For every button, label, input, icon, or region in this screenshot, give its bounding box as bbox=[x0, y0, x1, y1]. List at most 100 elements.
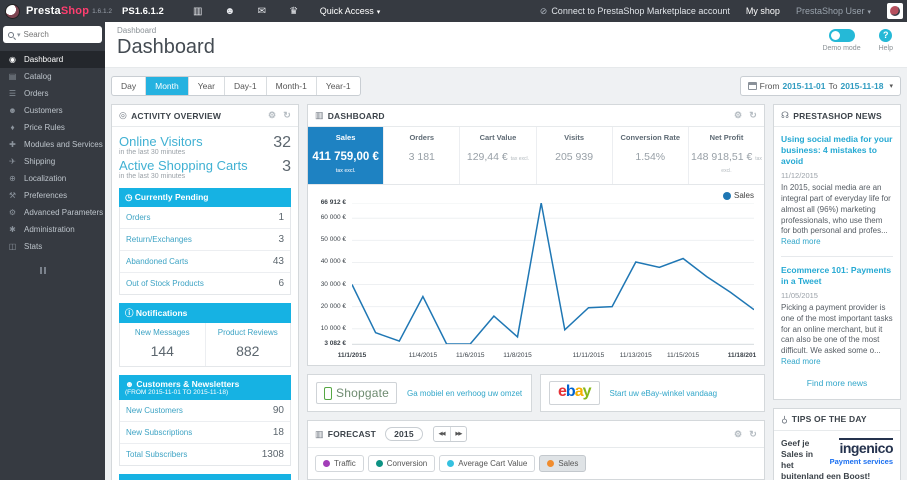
news-title-link[interactable]: Ecommerce 101: Payments in a Tweet bbox=[781, 265, 893, 287]
row-link[interactable]: Total Subscribers bbox=[126, 450, 187, 459]
kpi-suffix: tax excl. bbox=[335, 168, 356, 174]
quick-access-menu[interactable]: Quick Access ▾ bbox=[320, 6, 381, 16]
row-link[interactable]: New Customers bbox=[126, 406, 183, 415]
forecast-year: 2015 bbox=[385, 427, 423, 441]
gear-icon[interactable]: ⚙ bbox=[734, 110, 742, 121]
row-link[interactable]: New Subscriptions bbox=[126, 428, 192, 437]
preferences-icon: ⚒ bbox=[8, 191, 17, 200]
sidebar-item-label: Catalog bbox=[24, 72, 52, 81]
tab-day-1[interactable]: Day-1 bbox=[225, 77, 267, 95]
kpi-cart-value[interactable]: Cart Value 129,44 € tax excl. bbox=[460, 127, 537, 184]
cart-icon[interactable]: ▥ bbox=[182, 6, 214, 17]
avatar[interactable] bbox=[887, 3, 903, 19]
main-content: Dashboard Dashboard Demo mode ? Help Day… bbox=[105, 0, 907, 480]
messages-icon[interactable]: ✉ bbox=[246, 6, 278, 17]
forecast-chip-conversion[interactable]: Conversion bbox=[367, 455, 436, 472]
y-tick-label: 3 082 € bbox=[324, 340, 346, 347]
kpi-sales[interactable]: Sales 411 759,00 € tax excl. bbox=[308, 127, 385, 184]
tab-month[interactable]: Month bbox=[146, 77, 189, 95]
row-link[interactable]: Return/Exchanges bbox=[126, 235, 192, 244]
shopgate-link[interactable]: Ga mobiel en verhoog uw omzet bbox=[407, 389, 522, 398]
sidebar-collapse-icon[interactable] bbox=[40, 267, 105, 274]
tab-day[interactable]: Day bbox=[112, 77, 147, 95]
row-link[interactable]: Orders bbox=[126, 213, 150, 222]
date-from-value: 2015-11-01 bbox=[782, 81, 826, 91]
sidebar-item-localization[interactable]: ⊕ Localization bbox=[0, 170, 105, 187]
fast-forward-icon[interactable]: ▶▶ bbox=[451, 427, 467, 441]
row-link[interactable]: Out of Stock Products bbox=[126, 279, 204, 288]
sidebar-item-price-rules[interactable]: ♦ Price Rules bbox=[0, 119, 105, 136]
gear-icon[interactable]: ⚙ bbox=[268, 110, 276, 121]
sidebar-search[interactable]: ▾ bbox=[3, 26, 102, 43]
section-title: Customers & Newsletters bbox=[136, 379, 240, 389]
fast-backward-icon[interactable]: ◀◀ bbox=[434, 427, 451, 441]
kpi-conversion-rate[interactable]: Conversion Rate 1.54% bbox=[613, 127, 689, 184]
demo-mode-toggle[interactable] bbox=[828, 29, 855, 42]
help-icon[interactable]: ? bbox=[879, 29, 893, 42]
tab-month-1[interactable]: Month-1 bbox=[267, 77, 317, 95]
refresh-icon[interactable]: ↻ bbox=[749, 429, 757, 440]
legend-dot bbox=[323, 460, 330, 467]
x-tick-label: 11/4/2015 bbox=[408, 352, 438, 359]
active-carts-link[interactable]: Active Shopping Carts bbox=[119, 158, 291, 173]
sidebar-item-catalog[interactable]: ▤ Catalog bbox=[0, 68, 105, 85]
sidebar-item-customers[interactable]: ☻ Customers bbox=[0, 102, 105, 119]
tab-year-1[interactable]: Year-1 bbox=[317, 77, 360, 95]
kpi-visits[interactable]: Visits 205 939 bbox=[537, 127, 613, 184]
refresh-icon[interactable]: ↻ bbox=[283, 110, 291, 121]
kpi-label: Cart Value bbox=[479, 133, 517, 142]
sidebar-item-label: Preferences bbox=[24, 191, 68, 200]
cart-icon: ▥ bbox=[315, 110, 324, 120]
sidebar-item-preferences[interactable]: ⚒ Preferences bbox=[0, 187, 105, 204]
brand-name[interactable]: PrestaShop bbox=[26, 5, 89, 17]
stats-icon: ◫ bbox=[8, 242, 17, 251]
sidebar-item-orders[interactable]: ☰ Orders bbox=[0, 85, 105, 102]
marketplace-connect-link[interactable]: ⊘ Connect to PrestaShop Marketplace accou… bbox=[540, 6, 730, 17]
sidebar-item-stats[interactable]: ◫ Stats bbox=[0, 238, 105, 255]
my-shop-link[interactable]: My shop bbox=[746, 6, 780, 16]
forecast-chip-traffic[interactable]: Traffic bbox=[315, 455, 364, 472]
sidebar-item-administration[interactable]: ✱ Administration bbox=[0, 221, 105, 238]
user-menu[interactable]: PrestaShop User ▾ bbox=[796, 6, 871, 16]
tab-year[interactable]: Year bbox=[189, 77, 225, 95]
y-tick-label: 10 000 € bbox=[320, 324, 346, 332]
demo-mode-label: Demo mode bbox=[822, 45, 861, 52]
row-value: 6 bbox=[278, 278, 284, 289]
kpi-orders[interactable]: Orders 3 181 bbox=[384, 127, 461, 184]
news-item: Ecommerce 101: Payments in a Tweet 11/05… bbox=[781, 265, 893, 368]
breadcrumb[interactable]: Dashboard bbox=[117, 26, 895, 35]
forecast-chip-avg-cart-value[interactable]: Average Cart Value bbox=[439, 455, 536, 472]
advanced-parameters-icon: ⚙ bbox=[8, 208, 17, 217]
news-body-text: Picking a payment provider is one of the… bbox=[781, 303, 893, 366]
kpi-net-profit[interactable]: Net Profit 148 918,51 € tax excl. bbox=[689, 127, 764, 184]
sidebar-item-advanced-parameters[interactable]: ⚙ Advanced Parameters bbox=[0, 204, 105, 221]
shipping-icon: ✈ bbox=[9, 157, 16, 166]
row-value: 1 bbox=[278, 212, 284, 223]
row-link[interactable]: Abandoned Carts bbox=[126, 257, 188, 266]
x-tick-label: 11/1/2015 bbox=[337, 352, 367, 359]
info-icon: ⓘ bbox=[125, 308, 134, 318]
kpi-value: 1.54% bbox=[635, 151, 666, 163]
customers-quick-icon[interactable]: ☻ bbox=[214, 6, 246, 17]
cell-link[interactable]: Product Reviews bbox=[208, 328, 289, 337]
chart-legend-sales[interactable]: Sales bbox=[722, 191, 754, 200]
panel-title: PRESTASHOP NEWS bbox=[793, 110, 882, 121]
read-more-link[interactable]: Read more bbox=[781, 237, 821, 246]
ebay-link[interactable]: Start uw eBay-winkel vandaag bbox=[610, 389, 718, 398]
forecast-chip-sales[interactable]: Sales bbox=[539, 455, 587, 472]
achievements-icon[interactable]: ♛ bbox=[278, 6, 310, 17]
read-more-link[interactable]: Read more bbox=[781, 357, 821, 366]
date-range-picker[interactable]: From 2015-11-01 To 2015-11-18 ▾ bbox=[739, 76, 901, 96]
news-title-link[interactable]: Using social media for your business: 4 … bbox=[781, 134, 893, 167]
prestashop-logo-icon[interactable] bbox=[5, 3, 20, 19]
sidebar-item-modules[interactable]: ✚ Modules and Services bbox=[0, 136, 105, 153]
sidebar-item-dashboard[interactable]: ◉ Dashboard bbox=[0, 51, 105, 68]
sidebar-item-shipping[interactable]: ✈ Shipping bbox=[0, 153, 105, 170]
search-input[interactable] bbox=[23, 30, 97, 39]
chevron-down-icon: ▾ bbox=[17, 31, 21, 39]
find-more-news-link[interactable]: Find more news bbox=[781, 378, 893, 388]
online-visitors-link[interactable]: Online Visitors bbox=[119, 134, 291, 149]
refresh-icon[interactable]: ↻ bbox=[749, 110, 757, 121]
gear-icon[interactable]: ⚙ bbox=[734, 429, 742, 440]
cell-link[interactable]: New Messages bbox=[122, 328, 203, 337]
